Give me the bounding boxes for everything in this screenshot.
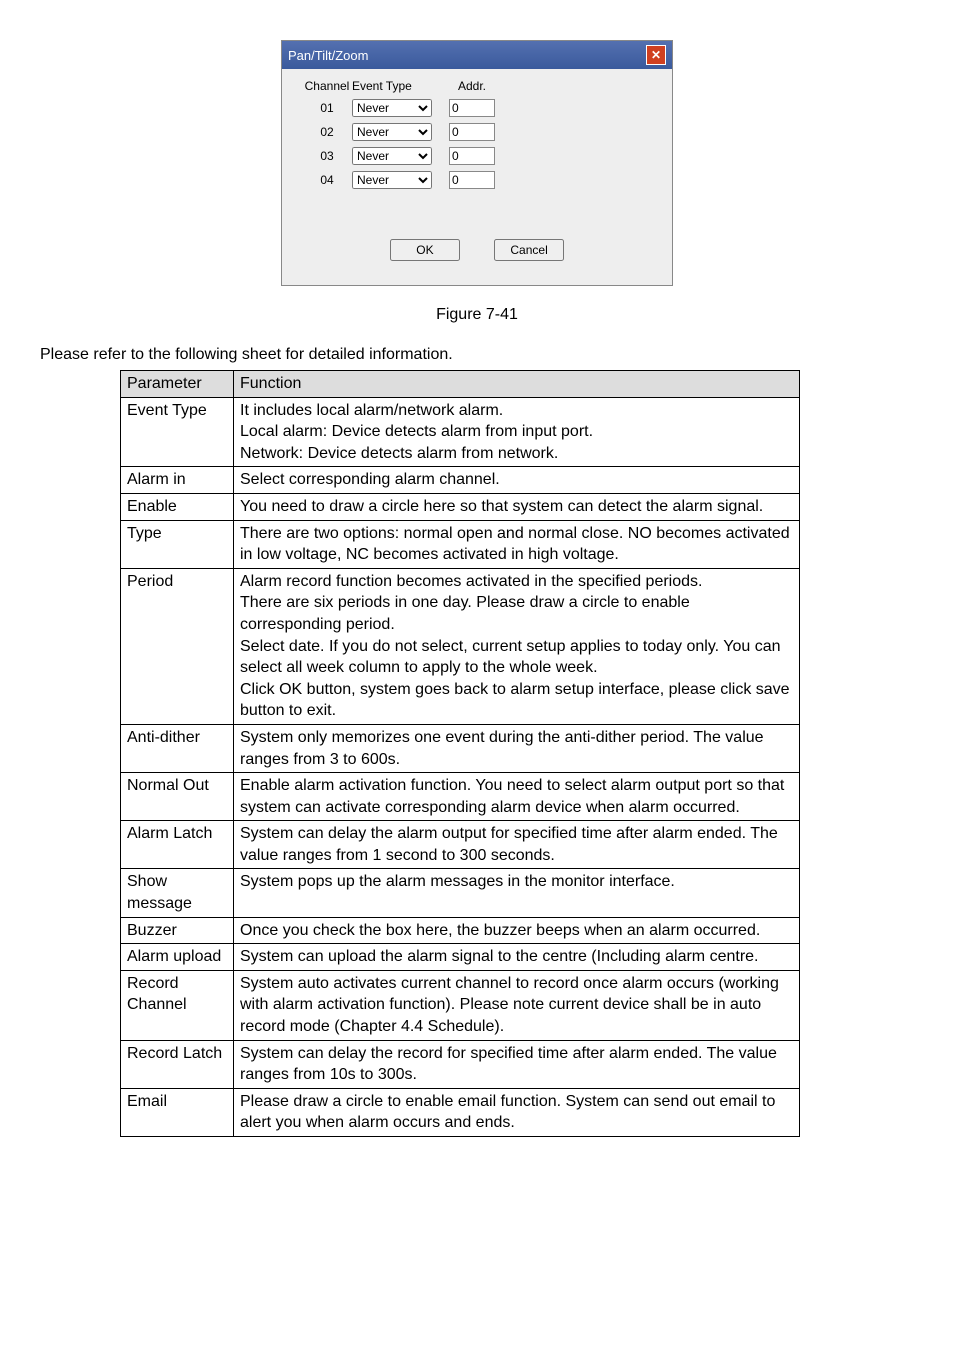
cell-function: Please draw a circle to enable email fun… [234, 1088, 800, 1136]
cell-parameter: Alarm in [121, 467, 234, 494]
table-row: BuzzerOnce you check the box here, the b… [121, 917, 800, 944]
cell-parameter: Normal Out [121, 773, 234, 821]
table-row: Show messageSystem pops up the alarm mes… [121, 869, 800, 917]
close-icon[interactable]: ✕ [646, 45, 666, 65]
ok-button[interactable]: OK [390, 239, 460, 261]
cell-function: System can delay the record for specifie… [234, 1040, 800, 1088]
cell-parameter: Type [121, 520, 234, 568]
channel-row: 04Never [302, 171, 652, 189]
cell-function: System can upload the alarm signal to th… [234, 944, 800, 971]
channel-number: 03 [302, 149, 352, 163]
cell-parameter: Event Type [121, 397, 234, 467]
dialog-column-headers: Channel Event Type Addr. [302, 79, 652, 93]
channel-number: 04 [302, 173, 352, 187]
cell-parameter: Alarm upload [121, 944, 234, 971]
cell-parameter: Enable [121, 493, 234, 520]
event-type-select[interactable]: Never [352, 171, 432, 189]
table-row: EnableYou need to draw a circle here so … [121, 493, 800, 520]
table-header-row: Parameter Function [121, 371, 800, 398]
dialog-titlebar: Pan/Tilt/Zoom ✕ [282, 41, 672, 69]
channel-row: 03Never [302, 147, 652, 165]
table-row: Alarm LatchSystem can delay the alarm ou… [121, 821, 800, 869]
cell-parameter: Anti-dither [121, 724, 234, 772]
cell-function: Enable alarm activation function. You ne… [234, 773, 800, 821]
dialog-button-row: OK Cancel [302, 239, 652, 261]
header-function: Function [234, 371, 800, 398]
cell-parameter: Record Latch [121, 1040, 234, 1088]
cell-parameter: Record Channel [121, 970, 234, 1040]
cell-parameter: Email [121, 1088, 234, 1136]
cell-function: Alarm record function becomes activated … [234, 568, 800, 724]
cell-function: You need to draw a circle here so that s… [234, 493, 800, 520]
dialog-body: Channel Event Type Addr. 01Never02Never0… [282, 69, 672, 285]
cell-function: System only memorizes one event during t… [234, 724, 800, 772]
cell-function: It includes local alarm/network alarm.Lo… [234, 397, 800, 467]
addr-input[interactable] [449, 147, 495, 165]
header-event-type: Event Type [352, 79, 442, 93]
cell-parameter: Show message [121, 869, 234, 917]
cell-function: System pops up the alarm messages in the… [234, 869, 800, 917]
cell-function: Once you check the box here, the buzzer … [234, 917, 800, 944]
table-row: Record ChannelSystem auto activates curr… [121, 970, 800, 1040]
lead-text: Please refer to the following sheet for … [40, 346, 914, 364]
table-row: Alarm inSelect corresponding alarm chann… [121, 467, 800, 494]
table-row: Record LatchSystem can delay the record … [121, 1040, 800, 1088]
event-type-select[interactable]: Never [352, 123, 432, 141]
channel-row: 01Never [302, 99, 652, 117]
table-row: PeriodAlarm record function becomes acti… [121, 568, 800, 724]
header-addr: Addr. [442, 79, 502, 93]
addr-input[interactable] [449, 123, 495, 141]
table-row: Event TypeIt includes local alarm/networ… [121, 397, 800, 467]
cell-function: System auto activates current channel to… [234, 970, 800, 1040]
parameter-table: Parameter Function Event TypeIt includes… [120, 370, 800, 1137]
cell-function: Select corresponding alarm channel. [234, 467, 800, 494]
figure-caption: Figure 7-41 [40, 306, 914, 324]
table-row: Alarm uploadSystem can upload the alarm … [121, 944, 800, 971]
table-row: Normal OutEnable alarm activation functi… [121, 773, 800, 821]
cancel-button[interactable]: Cancel [494, 239, 564, 261]
addr-input[interactable] [449, 171, 495, 189]
cell-parameter: Period [121, 568, 234, 724]
channel-number: 01 [302, 101, 352, 115]
header-channel: Channel [302, 79, 352, 93]
table-row: EmailPlease draw a circle to enable emai… [121, 1088, 800, 1136]
addr-input[interactable] [449, 99, 495, 117]
event-type-select[interactable]: Never [352, 147, 432, 165]
cell-function: System can delay the alarm output for sp… [234, 821, 800, 869]
channel-row: 02Never [302, 123, 652, 141]
table-row: Anti-ditherSystem only memorizes one eve… [121, 724, 800, 772]
cell-parameter: Alarm Latch [121, 821, 234, 869]
ptz-dialog: Pan/Tilt/Zoom ✕ Channel Event Type Addr.… [281, 40, 673, 286]
cell-function: There are two options: normal open and n… [234, 520, 800, 568]
cell-parameter: Buzzer [121, 917, 234, 944]
event-type-select[interactable]: Never [352, 99, 432, 117]
dialog-title: Pan/Tilt/Zoom [288, 48, 368, 63]
header-parameter: Parameter [121, 371, 234, 398]
table-row: TypeThere are two options: normal open a… [121, 520, 800, 568]
channel-number: 02 [302, 125, 352, 139]
